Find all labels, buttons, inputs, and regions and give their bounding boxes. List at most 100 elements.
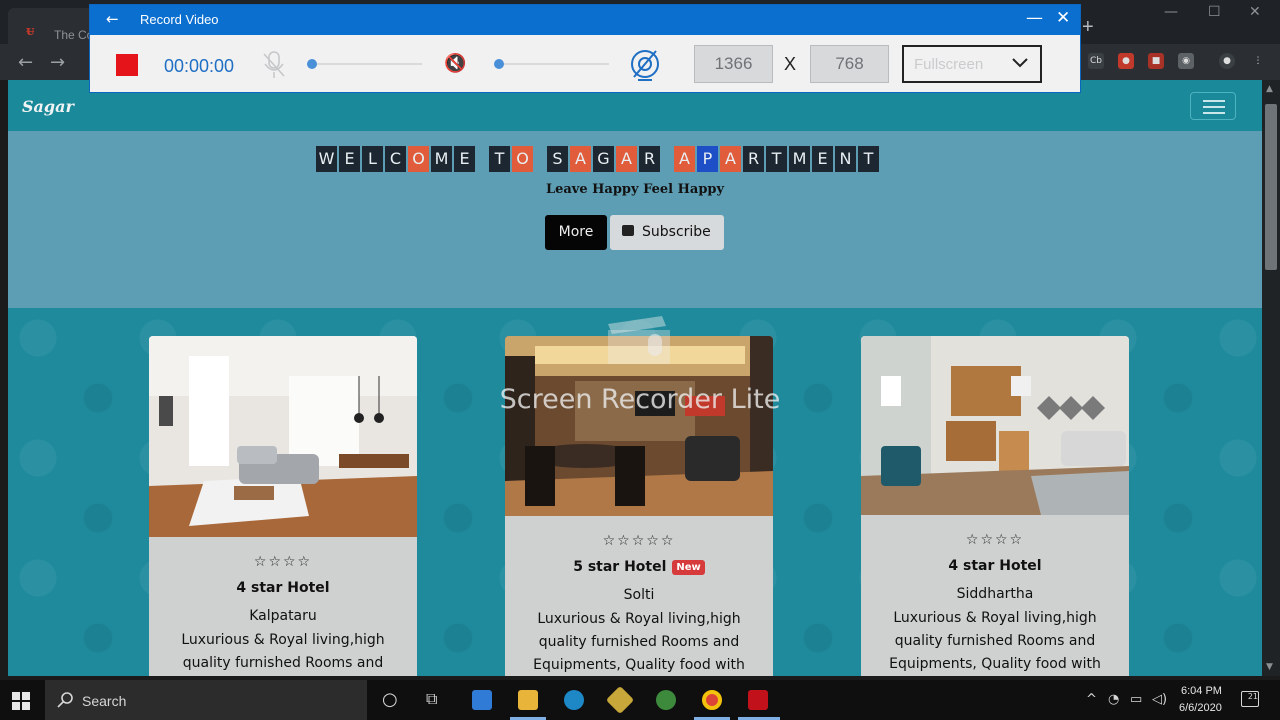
tray-chevron-up-icon[interactable]: ^ xyxy=(1086,692,1097,707)
new-tab-button[interactable]: + xyxy=(1082,16,1094,39)
card-title-text: 4 star Hotel xyxy=(948,558,1042,574)
welcome-letter: T xyxy=(766,146,787,172)
screen-recorder-app-icon[interactable] xyxy=(748,690,768,710)
extension-cb-icon[interactable]: Cb xyxy=(1088,53,1104,69)
chevron-down-icon xyxy=(1012,58,1028,68)
card-title-text: 4 star Hotel xyxy=(236,580,330,596)
watermark-text: Screen Recorder Lite xyxy=(499,384,781,415)
browser-tab[interactable]: ᵾ The Cor xyxy=(8,8,100,44)
card-title: 4 star Hotel xyxy=(861,558,1129,574)
task-view-icon[interactable]: ⧉ xyxy=(426,689,437,709)
hero-section: WELCOMETOSAGARAPARTMENT Leave Happy Feel… xyxy=(8,131,1262,308)
hamburger-menu-icon[interactable] xyxy=(1190,92,1236,120)
hotel-name: Siddhartha xyxy=(956,586,1034,602)
volume-icon[interactable]: ◁) xyxy=(1152,692,1167,707)
profile-icon[interactable]: ● xyxy=(1219,53,1235,69)
clock-date[interactable]: 6/6/2020 xyxy=(1179,702,1222,714)
mic-volume-slider[interactable] xyxy=(312,63,422,65)
hotel-room-image xyxy=(149,336,417,537)
welcome-letter: A xyxy=(674,146,695,172)
welcome-letter: E xyxy=(454,146,475,172)
recorder-watermark-logo-icon xyxy=(608,316,670,364)
hotel-name: Solti xyxy=(623,587,655,603)
star-rating: ☆☆☆☆ xyxy=(253,554,313,570)
wifi-icon[interactable]: ◔ xyxy=(1108,692,1119,707)
welcome-letter: T xyxy=(858,146,879,172)
welcome-letter: C xyxy=(385,146,406,172)
height-field[interactable]: 768 xyxy=(810,45,889,83)
cortana-icon[interactable]: ○ xyxy=(382,689,398,710)
microsoft-store-icon[interactable] xyxy=(472,690,492,710)
capture-mode-dropdown[interactable]: Fullscreen xyxy=(902,45,1042,83)
recorder-title: Record Video xyxy=(140,12,219,27)
width-field[interactable]: 1366 xyxy=(694,45,773,83)
hotel-description: Luxurious & Royal living,high quality fu… xyxy=(533,611,745,673)
notification-count: 21 xyxy=(1247,692,1258,701)
new-badge: New xyxy=(672,559,705,575)
welcome-letter: G xyxy=(593,146,614,172)
extension-record-icon[interactable]: ● xyxy=(1118,53,1134,69)
welcome-letter: A xyxy=(570,146,591,172)
welcome-letter: P xyxy=(697,146,718,172)
search-placeholder: Search xyxy=(82,693,127,709)
web-page: Sagar WELCOMETOSAGARAPARTMENT Leave Happ… xyxy=(8,80,1262,676)
hotel-description: Luxurious & Royal living,high quality fu… xyxy=(181,632,385,671)
star-rating: ☆☆☆☆ xyxy=(965,532,1025,548)
speaker-muted-icon[interactable]: 🔇 xyxy=(444,53,466,74)
battery-icon[interactable]: ▭ xyxy=(1130,692,1142,707)
forward-arrow-icon[interactable]: → xyxy=(50,52,65,73)
windows-start-icon[interactable] xyxy=(12,692,30,710)
recorder-close-icon[interactable]: ✕ xyxy=(1056,8,1070,28)
site-brand[interactable]: Sagar xyxy=(22,97,74,116)
app-green-icon[interactable] xyxy=(656,690,676,710)
notifications-icon[interactable]: 21 xyxy=(1241,691,1259,707)
app-diamond-icon[interactable] xyxy=(605,685,635,715)
back-arrow-icon[interactable]: ← xyxy=(18,52,33,73)
card-title: 5 star Hotel New xyxy=(505,559,773,575)
browser-minimize-icon[interactable]: — xyxy=(1164,4,1178,20)
chrome-icon[interactable] xyxy=(702,690,722,710)
welcome-letter: T xyxy=(489,146,510,172)
scroll-thumb[interactable] xyxy=(1265,104,1277,270)
subscribe-button[interactable]: Subscribe xyxy=(610,215,724,250)
welcome-letter: S xyxy=(547,146,568,172)
microphone-muted-icon[interactable] xyxy=(262,50,286,80)
browser-close-icon[interactable]: ✕ xyxy=(1249,4,1261,20)
record-timer: 00:00:00 xyxy=(164,56,235,76)
page-scrollbar[interactable]: ▲ ▼ xyxy=(1262,80,1280,676)
stop-record-button[interactable] xyxy=(116,54,138,76)
recorder-titlebar: ← Record Video — ✕ xyxy=(90,5,1080,35)
scroll-down-icon[interactable]: ▼ xyxy=(1266,662,1273,672)
mic-volume-knob[interactable] xyxy=(307,59,317,69)
back-arrow-icon[interactable]: ← xyxy=(106,10,119,28)
speaker-volume-slider[interactable] xyxy=(499,63,609,65)
welcome-letter: M xyxy=(431,146,452,172)
more-button[interactable]: More xyxy=(545,215,607,250)
browser-menu-icon[interactable]: ⋮ xyxy=(1250,53,1266,69)
welcome-letter: R xyxy=(639,146,660,172)
welcome-letter: M xyxy=(789,146,810,172)
recorder-minimize-icon[interactable]: — xyxy=(1026,8,1043,28)
extension-red-icon[interactable]: ■ xyxy=(1148,53,1164,69)
hotel-room-image xyxy=(861,336,1129,515)
card-title: 4 star Hotel xyxy=(149,580,417,596)
camera-extension-icon[interactable]: ◉ xyxy=(1178,53,1194,69)
browser-maximize-icon[interactable]: ☐ xyxy=(1208,4,1221,20)
welcome-letter: A xyxy=(720,146,741,172)
scroll-up-icon[interactable]: ▲ xyxy=(1266,84,1273,94)
clock-time[interactable]: 6:04 PM xyxy=(1181,685,1222,697)
welcome-letter: N xyxy=(835,146,856,172)
edge-browser-icon[interactable] xyxy=(564,690,584,710)
hotel-name: Kalpataru xyxy=(249,608,317,624)
site-favicon-icon: ᵾ xyxy=(26,24,35,39)
windows-taskbar: Search ○ ⧉ ^ ◔ ▭ ◁) 6:04 PM 6/6/2020 21 xyxy=(0,680,1280,720)
file-explorer-icon[interactable] xyxy=(518,690,538,710)
welcome-letter: O xyxy=(512,146,533,172)
welcome-letter: A xyxy=(616,146,637,172)
webcam-off-icon[interactable] xyxy=(628,47,662,81)
welcome-letter: E xyxy=(339,146,360,172)
welcome-letter: W xyxy=(316,146,337,172)
tagline: Leave Happy Feel Happy xyxy=(545,182,725,197)
speaker-volume-knob[interactable] xyxy=(494,59,504,69)
taskbar-search-input[interactable]: Search xyxy=(45,680,367,720)
